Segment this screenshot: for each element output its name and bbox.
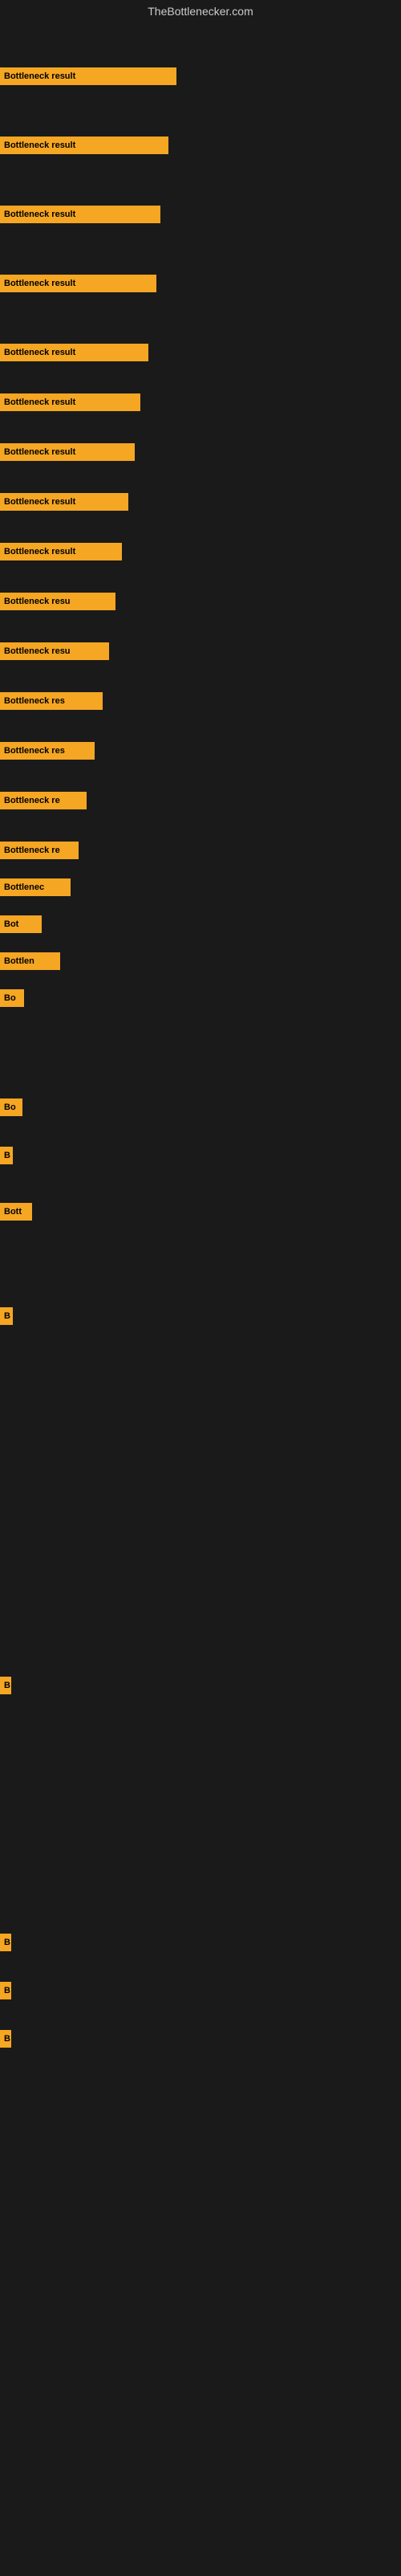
bottleneck-badge[interactable]: Bottleneck result [0, 137, 168, 154]
bottleneck-item: Bott [0, 1203, 32, 1221]
bottleneck-badge[interactable]: Bottleneck result [0, 393, 140, 411]
bottleneck-item: Bo [0, 989, 24, 1007]
bottleneck-badge[interactable]: Bottleneck result [0, 206, 160, 223]
bottleneck-badge[interactable]: Bottlenec [0, 878, 71, 896]
bottleneck-badge[interactable]: Bottleneck result [0, 443, 135, 461]
bottleneck-badge[interactable]: Bottleneck res [0, 742, 95, 760]
bottleneck-badge[interactable]: B [0, 2030, 11, 2048]
bottleneck-badge[interactable]: Bottleneck result [0, 493, 128, 511]
bottleneck-item: Bottleneck result [0, 443, 135, 461]
bottleneck-badge[interactable]: B [0, 1147, 13, 1164]
bottleneck-badge[interactable]: Bottleneck result [0, 344, 148, 361]
bottleneck-badge[interactable]: Bo [0, 989, 24, 1007]
bottleneck-item: Bot [0, 915, 42, 933]
bottleneck-badge[interactable]: Bottleneck re [0, 842, 79, 859]
bottleneck-badge[interactable]: Bottleneck res [0, 692, 103, 710]
bottleneck-badge[interactable]: Bo [0, 1098, 22, 1116]
bottleneck-item: Bottleneck resu [0, 593, 115, 610]
bottleneck-badge[interactable]: Bott [0, 1203, 32, 1221]
bottleneck-item: B [0, 2030, 11, 2048]
bottleneck-item: Bottleneck result [0, 67, 176, 85]
bottleneck-item: Bottleneck result [0, 137, 168, 154]
bottleneck-item: Bottleneck result [0, 393, 140, 411]
bottleneck-item: B [0, 1982, 11, 1999]
bottleneck-badge[interactable]: B [0, 1982, 11, 1999]
bottleneck-item: Bottlen [0, 952, 60, 970]
bottleneck-badge[interactable]: Bottleneck re [0, 792, 87, 809]
bottleneck-badge[interactable]: Bot [0, 915, 42, 933]
bottleneck-item: Bottleneck result [0, 344, 148, 361]
bottleneck-item: Bottleneck resu [0, 642, 109, 660]
bottleneck-item: Bottleneck re [0, 792, 87, 809]
bottleneck-item: Bottleneck res [0, 742, 95, 760]
bottleneck-item: Bottleneck result [0, 206, 160, 223]
bottleneck-item: Bottlenec [0, 878, 71, 896]
bottleneck-item: Bottleneck result [0, 275, 156, 292]
bottleneck-badge[interactable]: B [0, 1677, 11, 1694]
bottleneck-badge[interactable]: B [0, 1307, 13, 1325]
bottleneck-item: Bo [0, 1098, 22, 1116]
bottleneck-item: Bottleneck result [0, 543, 122, 560]
bottleneck-item: Bottleneck result [0, 493, 128, 511]
bottleneck-badge[interactable]: B [0, 1934, 11, 1951]
bottleneck-item: B [0, 1934, 11, 1951]
bottleneck-item: Bottleneck res [0, 692, 103, 710]
bottleneck-badge[interactable]: Bottlen [0, 952, 60, 970]
bottleneck-badge[interactable]: Bottleneck result [0, 543, 122, 560]
bottleneck-badge[interactable]: Bottleneck resu [0, 642, 109, 660]
bottleneck-badge[interactable]: Bottleneck result [0, 275, 156, 292]
bottleneck-item: B [0, 1677, 11, 1694]
bottleneck-item: B [0, 1147, 13, 1164]
bottleneck-badge[interactable]: Bottleneck result [0, 67, 176, 85]
site-title: TheBottlenecker.com [0, 0, 401, 22]
bottleneck-badge[interactable]: Bottleneck resu [0, 593, 115, 610]
bottleneck-item: B [0, 1307, 13, 1325]
bottleneck-item: Bottleneck re [0, 842, 79, 859]
